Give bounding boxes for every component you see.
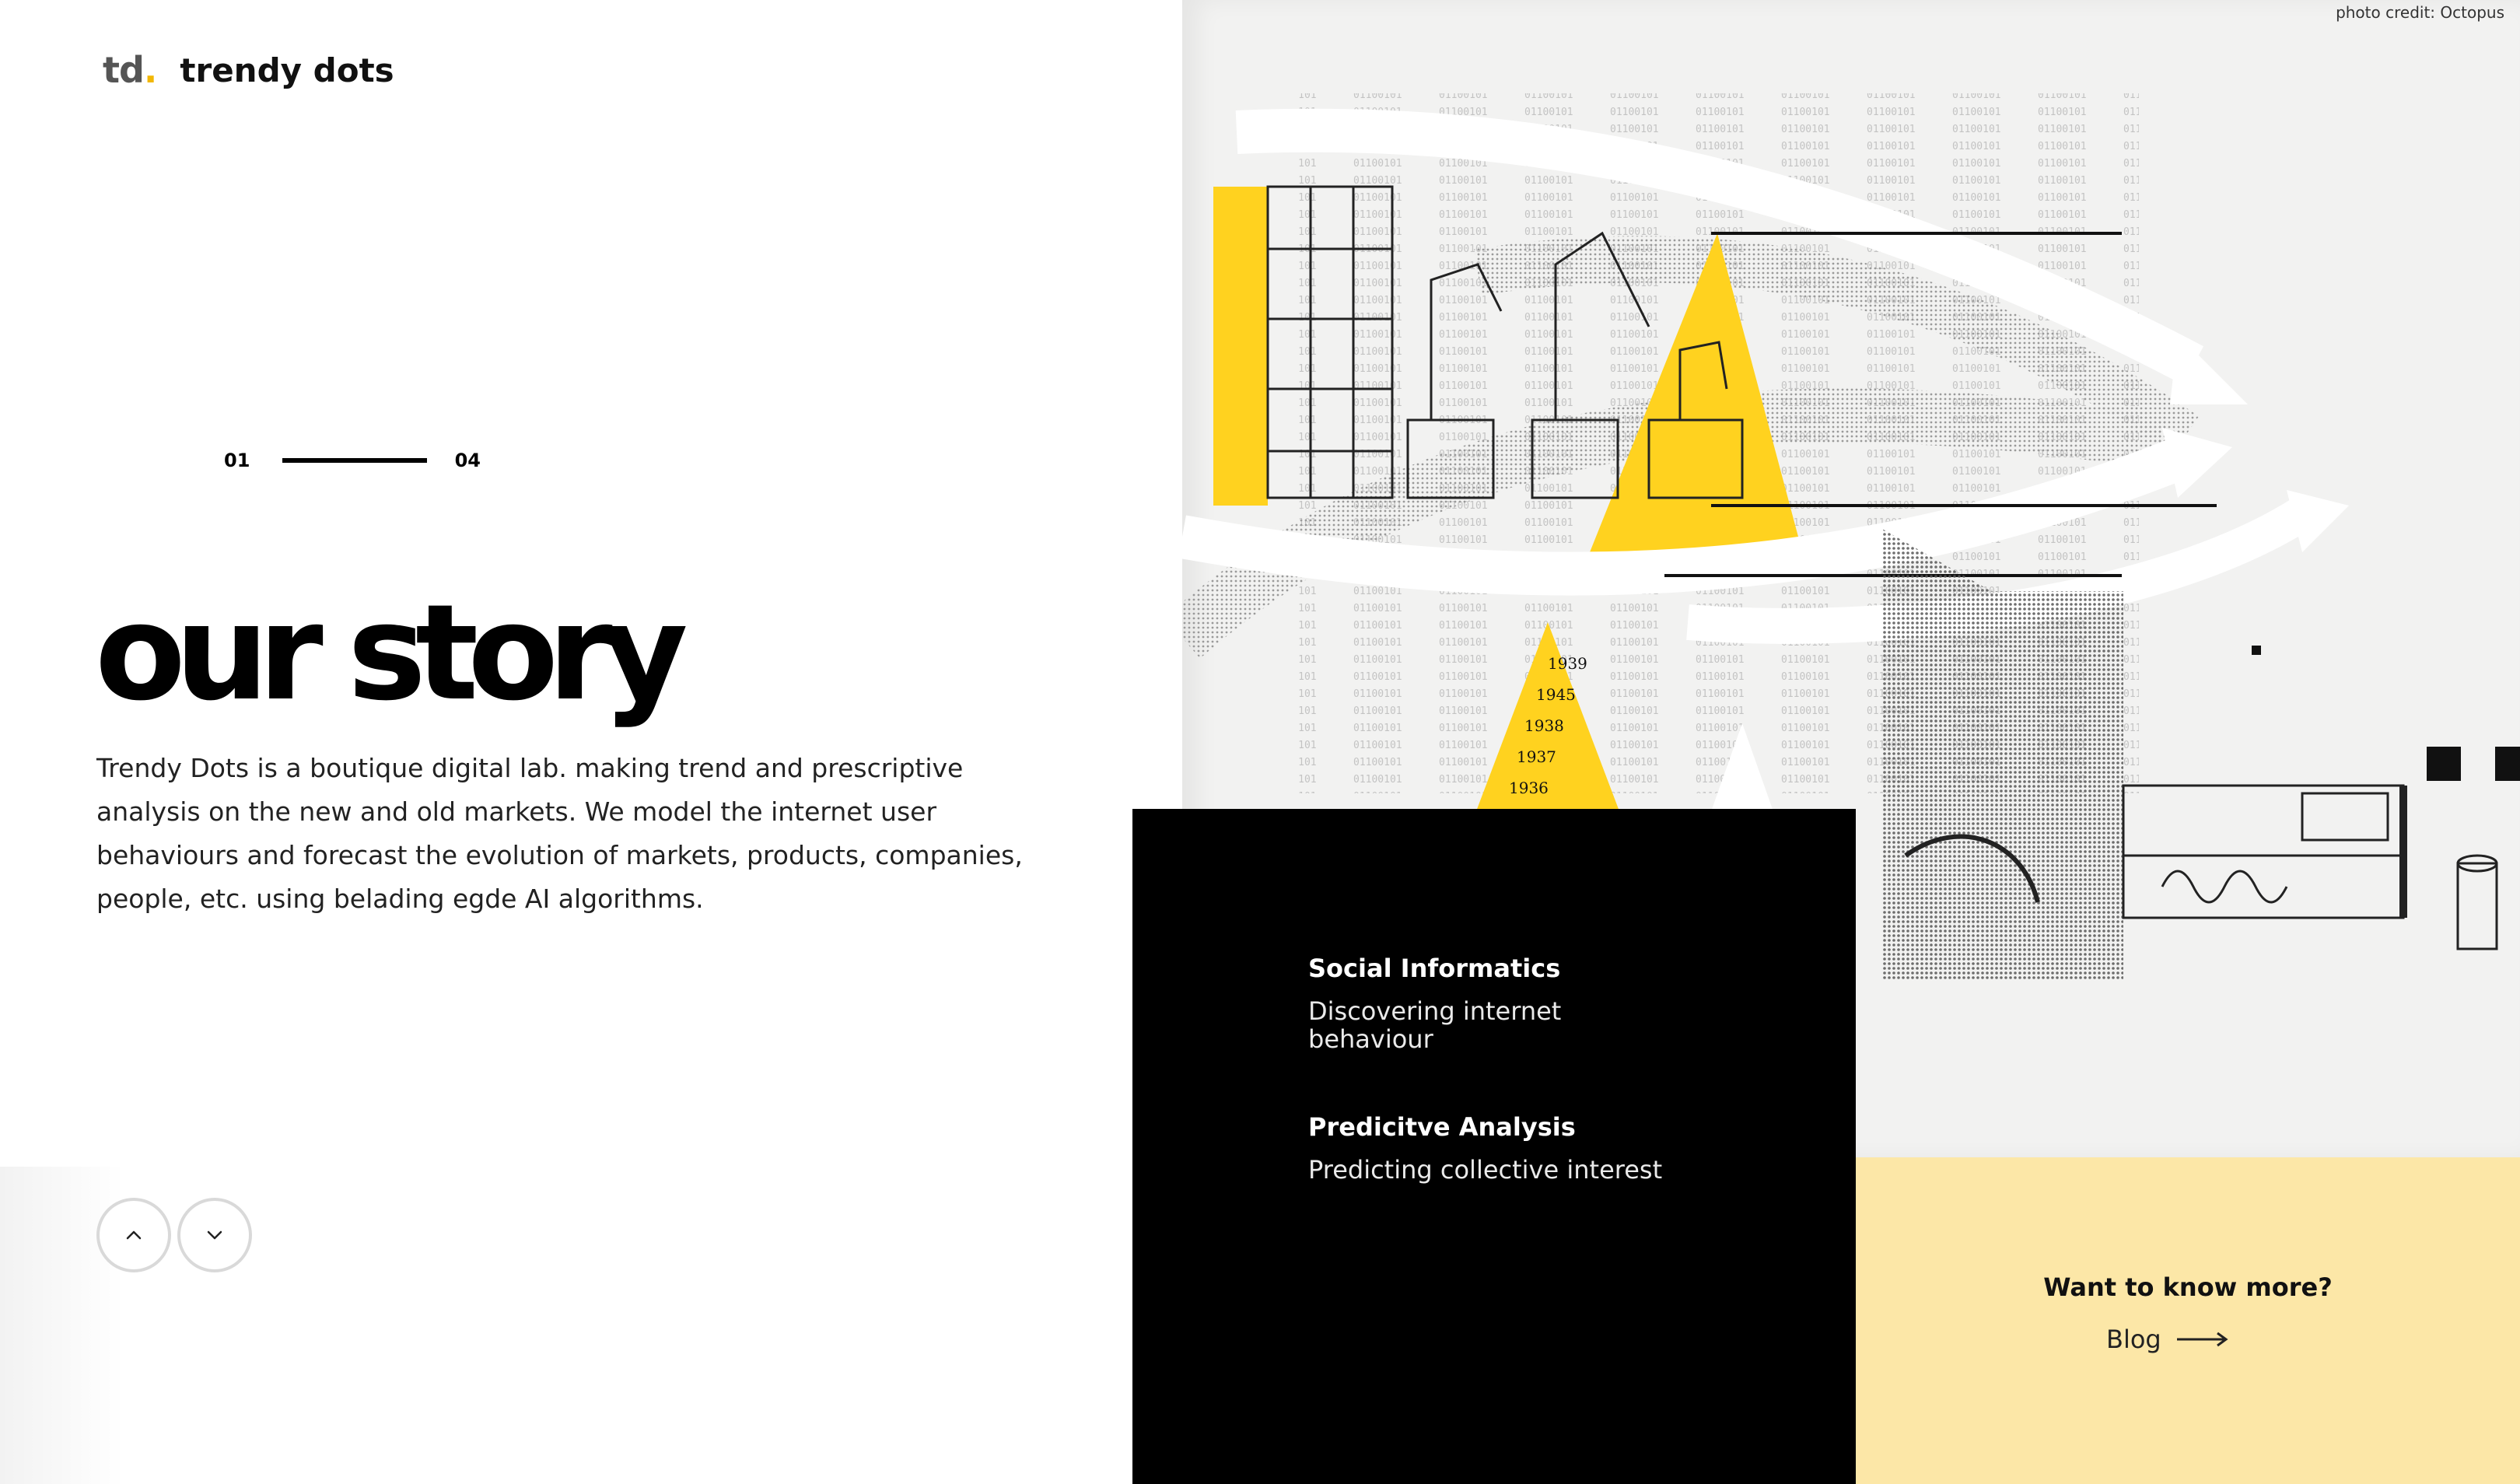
svg-text:1939: 1939 xyxy=(1548,654,1587,673)
services-panel: Social Informatics Discovering internet … xyxy=(1132,809,1856,1484)
intro-paragraph: Trendy Dots is a boutique digital lab. m… xyxy=(96,753,1023,914)
service-title: Predicitve Analysis xyxy=(1308,1112,1576,1142)
brand-mark-dot: . xyxy=(143,49,158,91)
brand-logo[interactable]: td. trendy dots xyxy=(103,48,394,92)
next-slide-button[interactable] xyxy=(177,1198,252,1272)
know-more-panel: Want to know more? Blog xyxy=(1856,1157,2520,1484)
svg-text:1937: 1937 xyxy=(1517,747,1556,766)
chevron-down-icon xyxy=(207,1230,222,1240)
left-panel: td. trendy dots 01 04 our story Trendy D… xyxy=(0,0,1182,1484)
svg-text:1945: 1945 xyxy=(1536,685,1576,704)
pager-current: 01 xyxy=(224,450,250,471)
svg-text:1936: 1936 xyxy=(1509,779,1549,797)
know-more-heading: Want to know more? xyxy=(2043,1272,2333,1302)
photo-credit: photo credit: Octopus xyxy=(2336,3,2504,22)
service-title: Social Informatics xyxy=(1308,954,1561,983)
page-title: our story xyxy=(95,576,688,730)
slide-pager: 01 04 xyxy=(224,445,481,476)
brand-name: trendy dots xyxy=(180,51,394,89)
arrow-right-icon xyxy=(2176,1332,2228,1347)
brand-mark-letters: td xyxy=(103,49,145,91)
blog-link[interactable]: Blog xyxy=(2106,1324,2228,1355)
svg-text:1938: 1938 xyxy=(1524,716,1564,735)
service-item[interactable]: Predicitve Analysis Predicting collectiv… xyxy=(1308,1112,1775,1184)
service-description: Predicting collective interest xyxy=(1308,1155,1663,1185)
service-description: Discovering internet behaviour xyxy=(1308,996,1562,1054)
pager-progress-line xyxy=(282,458,427,463)
pager-total: 04 xyxy=(454,450,481,471)
service-item[interactable]: Social Informatics Discovering internet … xyxy=(1308,954,1775,1053)
blog-link-label: Blog xyxy=(2106,1325,2161,1354)
brand-mark: td. xyxy=(103,49,158,91)
previous-slide-button[interactable] xyxy=(96,1198,171,1272)
chevron-up-icon xyxy=(126,1230,142,1240)
